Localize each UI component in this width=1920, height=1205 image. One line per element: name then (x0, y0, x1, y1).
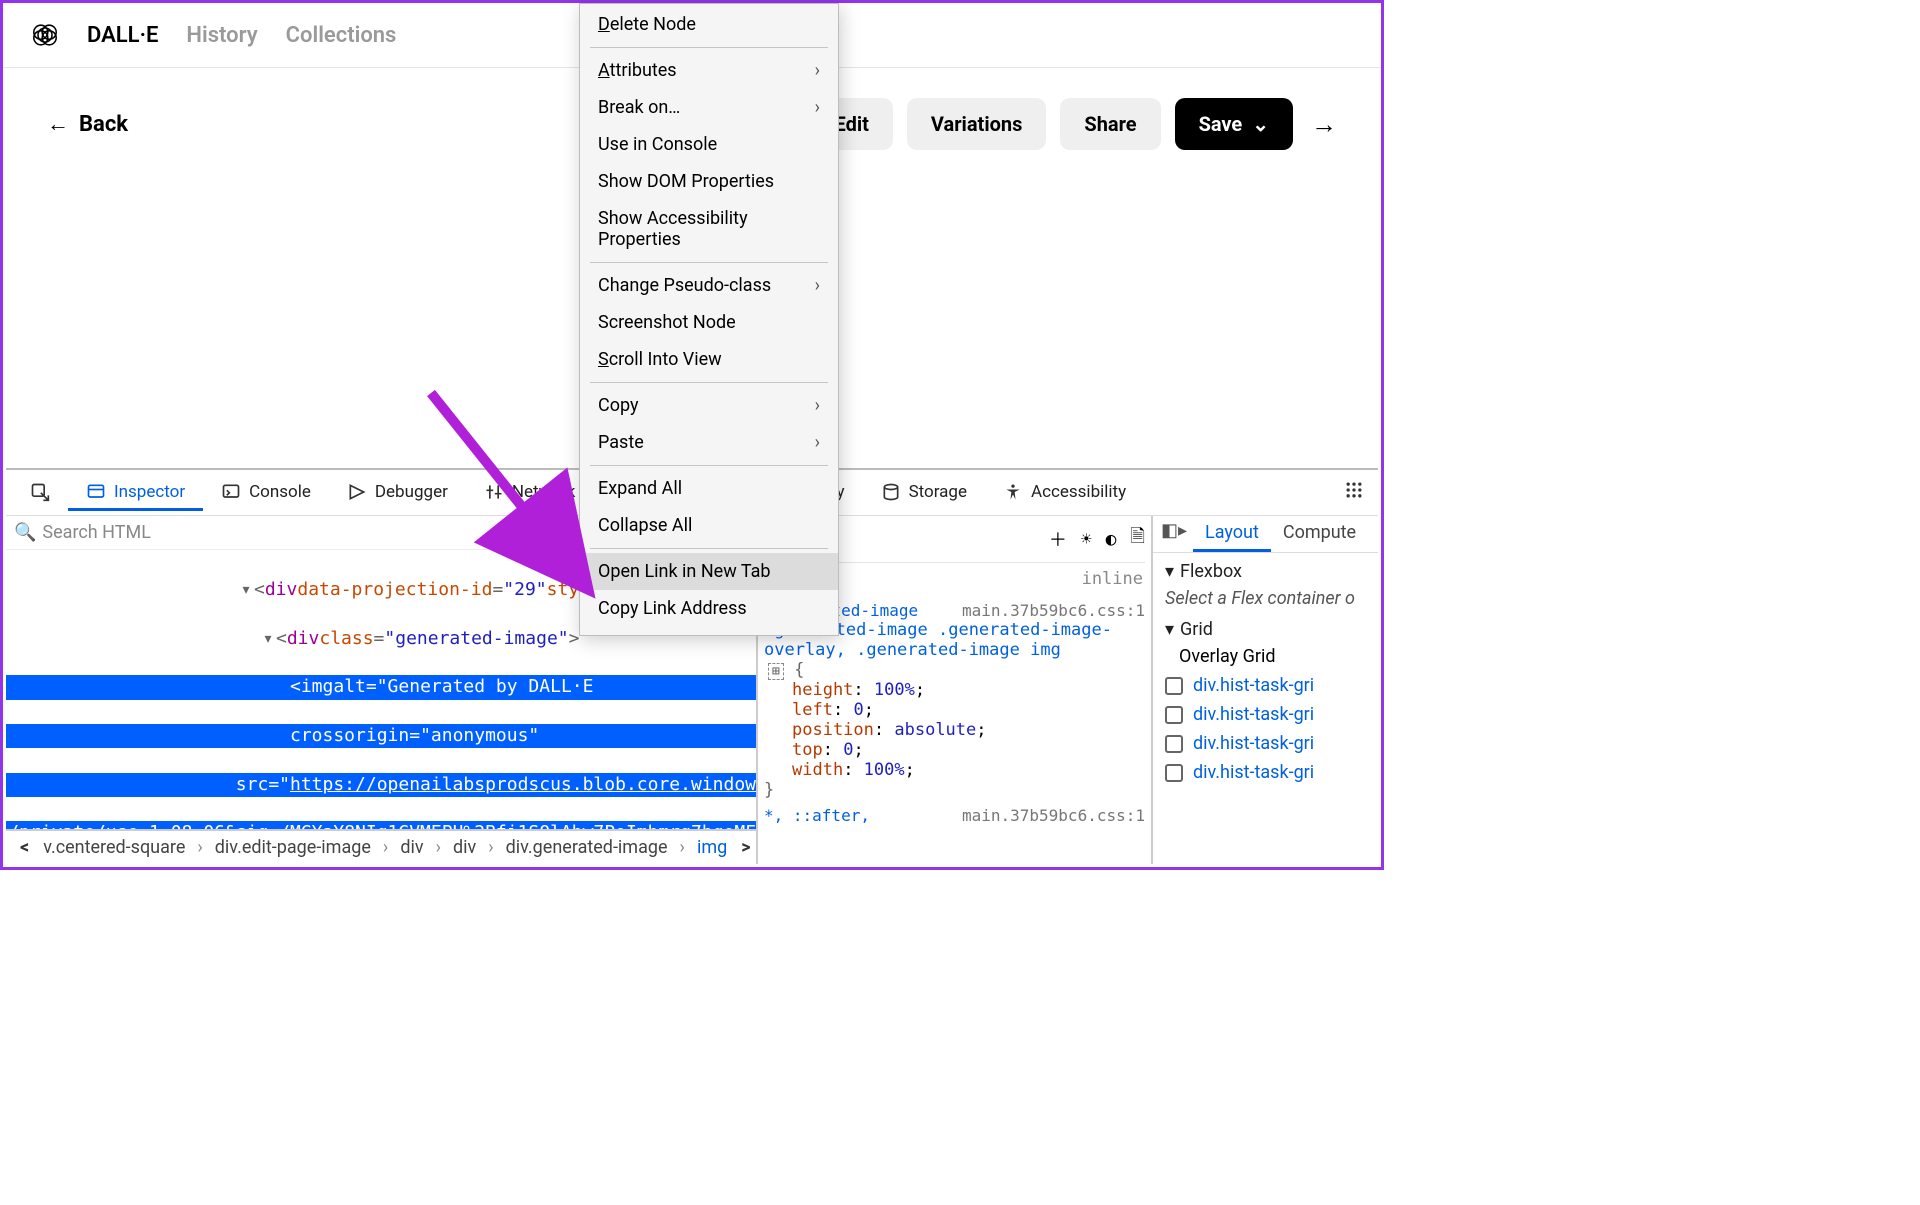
tab-network-label: Network (512, 482, 576, 502)
next-arrow-icon[interactable]: → (1307, 109, 1341, 140)
nav-brand[interactable]: DALL·E (87, 23, 158, 48)
nav-collections[interactable]: Collections (286, 23, 397, 48)
checkbox-icon[interactable] (1165, 677, 1183, 695)
ctx-show-accessibility-properties[interactable]: Show Accessibility Properties (580, 200, 838, 258)
ctx-use-in-console[interactable]: Use in Console (580, 126, 838, 163)
tab-console-label: Console (249, 482, 311, 502)
ctx-copy-link-address[interactable]: Copy Link Address (580, 590, 838, 627)
openai-logo-icon (31, 21, 59, 49)
crumb-item-active[interactable]: img (697, 837, 727, 858)
flexbox-section-header[interactable]: ▾Flexbox (1165, 561, 1366, 582)
ctx-delete-node[interactable]: Delete Node (580, 6, 838, 43)
tab-accessibility[interactable]: Accessibility (985, 474, 1144, 511)
add-rule-icon[interactable]: ＋ (1049, 526, 1067, 552)
ctx-screenshot-node[interactable]: Screenshot Node (580, 304, 838, 341)
overlay-grid-label: Overlay Grid (1165, 640, 1366, 671)
back-button[interactable]: ← Back (47, 111, 128, 137)
ctx-expand-all[interactable]: Expand All (580, 470, 838, 507)
ctx-scroll-into-view[interactable]: Scroll Into View (580, 341, 838, 378)
chevron-right-icon: › (815, 97, 820, 118)
share-button[interactable]: Share (1060, 98, 1160, 150)
grid-overlay-item[interactable]: div.hist-task-gri (1165, 729, 1366, 758)
tab-debugger-label: Debugger (375, 482, 448, 502)
rule-source[interactable]: main.37b59bc6.css:1 (962, 806, 1145, 825)
ctx-attributes[interactable]: Attributes› (580, 52, 838, 89)
ctx-collapse-all[interactable]: Collapse All (580, 507, 838, 544)
chevron-down-icon: ⌄ (1252, 112, 1269, 136)
dom-breadcrumb[interactable]: < v.centered-square› div.edit-page-image… (6, 829, 756, 864)
grid-overlay-item[interactable]: div.hist-task-gri (1165, 758, 1366, 787)
tab-inspector[interactable]: Inspector (68, 474, 203, 511)
checkbox-icon[interactable] (1165, 764, 1183, 782)
ctx-open-link-in-new-tab[interactable]: Open Link in New Tab (580, 553, 838, 590)
crumb-item[interactable]: div.edit-page-image (215, 837, 371, 858)
crumb-item[interactable]: div (400, 837, 423, 858)
devtools-more-icon[interactable] (1330, 480, 1378, 505)
tab-storage[interactable]: Storage (863, 474, 985, 511)
ctx-separator (590, 382, 828, 383)
layout-pane: ◧▸ Layout Compute ▾Flexbox Select a Flex… (1153, 516, 1378, 864)
flexbox-empty-note: Select a Flex container o (1165, 582, 1366, 619)
ctx-change-pseudo-class[interactable]: Change Pseudo-class› (580, 267, 838, 304)
tab-network[interactable]: Network (466, 474, 594, 511)
ctx-separator (590, 465, 828, 466)
ctx-separator (590, 262, 828, 263)
checkbox-icon[interactable] (1165, 735, 1183, 753)
rule-source[interactable]: main.37b59bc6.css:1 (962, 601, 1145, 620)
chevron-down-icon: ▾ (1165, 619, 1174, 640)
chevron-right-icon: › (815, 395, 820, 416)
grid-section-header[interactable]: ▾Grid (1165, 619, 1366, 640)
selected-img-node[interactable]: <img alt="Generated by DALL·E (6, 675, 756, 699)
ctx-break-on-[interactable]: Break on…› (580, 89, 838, 126)
crumb-next-icon[interactable]: > (733, 837, 756, 858)
back-label: Back (79, 112, 128, 137)
tab-accessibility-label: Accessibility (1031, 482, 1126, 502)
tab-computed[interactable]: Compute (1271, 516, 1368, 552)
save-label: Save (1199, 112, 1243, 136)
checkbox-icon[interactable] (1165, 706, 1183, 724)
ctx-show-dom-properties[interactable]: Show DOM Properties (580, 163, 838, 200)
dark-scheme-icon[interactable]: ◐ (1106, 529, 1117, 550)
variations-button[interactable]: Variations (907, 98, 1046, 150)
tab-layout[interactable]: Layout (1193, 516, 1271, 552)
crumb-prev-icon[interactable]: < (12, 837, 37, 858)
grid-overlay-item[interactable]: div.hist-task-gri (1165, 671, 1366, 700)
search-icon: 🔍 (14, 522, 36, 543)
chevron-right-icon: › (815, 432, 820, 453)
chevron-right-icon: › (815, 275, 820, 296)
chevron-down-icon: ▾ (1165, 561, 1174, 582)
ctx-separator (590, 548, 828, 549)
nav-history[interactable]: History (186, 23, 257, 48)
context-menu: Delete Node Attributes›Break on…›Use in C… (579, 3, 839, 636)
css-rule-body[interactable]: height: 100%; left: 0; position: absolut… (764, 680, 1145, 780)
chevron-right-icon: › (815, 60, 820, 81)
ctx-separator (590, 47, 828, 48)
layout-side-toggle-icon[interactable]: ◧▸ (1153, 516, 1193, 552)
grid-badge-icon[interactable]: ⊞ (768, 663, 784, 680)
rule-selector[interactable]: *, ::after, (764, 806, 870, 825)
crumb-item[interactable]: v.centered-square (43, 837, 185, 858)
ctx-copy[interactable]: Copy› (580, 387, 838, 424)
inline-label: inline (1082, 569, 1143, 589)
grid-overlay-item[interactable]: div.hist-task-gri (1165, 700, 1366, 729)
tab-console[interactable]: Console (203, 474, 329, 511)
crumb-item[interactable]: div (453, 837, 476, 858)
print-media-icon[interactable]: 🗎 (1131, 524, 1145, 554)
ctx-paste[interactable]: Paste› (580, 424, 838, 461)
tab-debugger[interactable]: Debugger (329, 474, 466, 511)
tab-storage-label: Storage (909, 482, 967, 502)
html-search-placeholder: Search HTML (42, 522, 151, 543)
tab-inspector-label: Inspector (114, 482, 185, 502)
save-button[interactable]: Save ⌄ (1175, 98, 1293, 150)
pick-element-button[interactable] (12, 474, 68, 511)
arrow-left-icon: ← (47, 111, 69, 137)
crumb-item[interactable]: div.generated-image (506, 837, 668, 858)
light-scheme-icon[interactable]: ☀ (1081, 529, 1092, 550)
